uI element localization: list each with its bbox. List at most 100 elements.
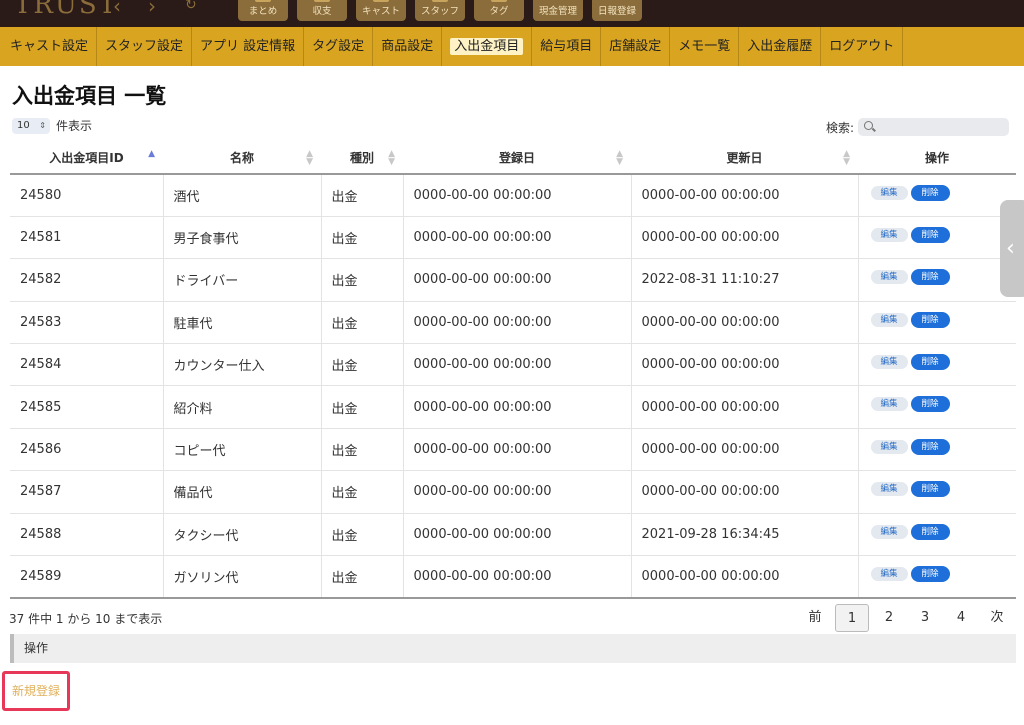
delete-button[interactable]: 削除 xyxy=(910,438,950,455)
cell-updated: 2022-08-31 11:10:27 xyxy=(631,258,859,302)
back-arrow-icon[interactable]: ‹ xyxy=(113,0,121,18)
cell-actions: 編集 削除 xyxy=(858,258,1016,302)
pagination: 前 1 2 3 4 次 xyxy=(797,603,1015,633)
column-header-id[interactable]: 入出金項目ID ▲ xyxy=(10,142,163,175)
page-length-select[interactable]: 10 ⇕ xyxy=(12,117,50,134)
delete-button[interactable]: 削除 xyxy=(910,269,950,286)
operations-bar: 操作 xyxy=(10,634,1016,663)
nav-memo-list[interactable]: メモ一覧 xyxy=(670,27,740,66)
pager-page-4[interactable]: 4 xyxy=(943,603,979,633)
cell-name: 備品代 xyxy=(163,470,322,514)
pager-next[interactable]: 次 xyxy=(979,603,1015,633)
delete-button[interactable]: 削除 xyxy=(910,481,950,498)
chevron-left-icon: ‹ xyxy=(1006,236,1015,261)
table-row: 24584 カウンター仕入 出金 0000-00-00 00:00:00 0000-00… xyxy=(10,343,1016,387)
staff-icon xyxy=(432,0,448,2)
edit-button[interactable]: 編集 xyxy=(870,355,908,370)
column-header-updated[interactable]: 更新日 ▲ ▼ xyxy=(631,142,858,175)
cell-created: 0000-00-00 00:00:00 xyxy=(403,173,632,217)
edit-button[interactable]: 編集 xyxy=(870,524,908,539)
column-header-created[interactable]: 登録日 ▲ ▼ xyxy=(403,142,631,175)
tag-icon xyxy=(491,0,507,2)
table-info: 37 件中 1 から 10 まで表示 xyxy=(9,612,163,626)
page-title: 入出金項目 一覧 xyxy=(12,84,167,108)
edit-button[interactable]: 編集 xyxy=(870,439,908,454)
cell-type: 出金 xyxy=(321,428,404,472)
cell-id: 24583 xyxy=(10,301,164,345)
top-button-tag[interactable]: タグ xyxy=(474,0,524,21)
edit-button[interactable]: 編集 xyxy=(870,186,908,200)
cell-updated: 2021-09-28 16:34:45 xyxy=(631,513,859,557)
edit-button[interactable]: 編集 xyxy=(870,227,908,242)
top-button-summary[interactable]: まとめ xyxy=(238,0,288,21)
new-registration-button[interactable]: 新規登録 xyxy=(2,671,70,711)
edit-button[interactable]: 編集 xyxy=(870,312,908,327)
top-button-daily-report[interactable]: 日報登録 xyxy=(592,0,642,21)
summary-icon xyxy=(255,0,271,2)
forward-arrow-icon[interactable]: › xyxy=(148,0,156,18)
nav-store-settings[interactable]: 店舗設定 xyxy=(601,27,671,66)
search-input[interactable] xyxy=(858,118,1010,136)
nav-cash-history[interactable]: 入出金履歴 xyxy=(739,27,822,66)
cell-type: 出金 xyxy=(321,555,404,599)
sort-asc-icon: ▲ xyxy=(148,149,155,159)
cell-updated: 0000-00-00 00:00:00 xyxy=(631,428,859,472)
sort-icon: ▲ ▼ xyxy=(388,149,395,167)
pager-prev[interactable]: 前 xyxy=(797,603,833,633)
cell-name: ドライバー xyxy=(163,258,322,302)
delete-button[interactable]: 削除 xyxy=(910,185,950,201)
reload-icon[interactable]: ↻ xyxy=(185,0,197,13)
cell-type: 出金 xyxy=(321,385,404,429)
table-row: 24585 紹介料 出金 0000-00-00 00:00:00 0000-00-00 … xyxy=(10,385,1016,429)
cell-created: 0000-00-00 00:00:00 xyxy=(403,216,632,260)
cell-name: 駐車代 xyxy=(163,301,322,345)
cell-id: 24584 xyxy=(10,343,164,387)
nav-logout[interactable]: ログアウト xyxy=(821,27,904,66)
delete-button[interactable]: 削除 xyxy=(910,566,950,583)
top-button-balance[interactable]: 収支 xyxy=(297,0,347,21)
delete-button[interactable]: 削除 xyxy=(910,311,950,328)
pager-page-3[interactable]: 3 xyxy=(907,603,943,633)
delete-button[interactable]: 削除 xyxy=(910,396,950,413)
edit-button[interactable]: 編集 xyxy=(870,567,908,582)
column-header-type[interactable]: 種別 ▲ ▼ xyxy=(321,142,403,175)
sort-icon: ▲ ▼ xyxy=(306,149,313,167)
nav-salary-items[interactable]: 給与項目 xyxy=(532,27,602,66)
nav-app-settings[interactable]: アプリ 設定情報 xyxy=(192,27,305,66)
cell-actions: 編集 削除 xyxy=(858,385,1016,429)
nav-cash-items[interactable]: 入出金項目 xyxy=(442,27,533,66)
cash-items-table: 入出金項目ID ▲ 名称 ▲ ▼ 種別 ▲ ▼ 登録日 ▲ ▼ 更新日 ▲ ▼ 操作 24580 酒… xyxy=(10,142,1016,599)
column-header-name[interactable]: 名称 ▲ ▼ xyxy=(163,142,321,175)
table-row: 24587 備品代 出金 0000-00-00 00:00:00 0000-00-00 … xyxy=(10,470,1016,514)
column-header-actions: 操作 xyxy=(858,142,1016,175)
cell-type: 出金 xyxy=(321,513,404,557)
table-row: 24580 酒代 出金 0000-00-00 00:00:00 0000-00-00 0… xyxy=(10,173,1016,217)
table-row: 24583 駐車代 出金 0000-00-00 00:00:00 0000-00-00 … xyxy=(10,301,1016,345)
top-button-cash[interactable]: 現金管理 xyxy=(533,0,583,21)
delete-button[interactable]: 削除 xyxy=(910,226,950,243)
top-button-cast[interactable]: キャスト xyxy=(356,0,406,21)
edit-button[interactable]: 編集 xyxy=(870,482,908,497)
cell-name: カウンター仕入 xyxy=(163,343,322,387)
cell-type: 出金 xyxy=(321,470,404,514)
cell-id: 24587 xyxy=(10,470,164,514)
table-row: 24586 コピー代 出金 0000-00-00 00:00:00 0000-00-00… xyxy=(10,428,1016,472)
edit-button[interactable]: 編集 xyxy=(870,397,908,412)
pager-page-2[interactable]: 2 xyxy=(871,603,907,633)
nav-cast-settings[interactable]: キャスト設定 xyxy=(2,27,98,66)
cell-created: 0000-00-00 00:00:00 xyxy=(403,385,632,429)
delete-button[interactable]: 削除 xyxy=(910,523,950,540)
side-panel-toggle[interactable]: ‹ xyxy=(1000,200,1024,297)
nav-tag-settings[interactable]: タグ設定 xyxy=(304,27,374,66)
search-label: 検索: xyxy=(826,120,855,135)
cell-actions: 編集 削除 xyxy=(858,216,1016,260)
nav-product-settings[interactable]: 商品設定 xyxy=(373,27,443,66)
cell-actions: 編集 削除 xyxy=(858,513,1016,557)
pager-page-1[interactable]: 1 xyxy=(835,604,869,632)
nav-staff-settings[interactable]: スタッフ設定 xyxy=(97,27,193,66)
edit-button[interactable]: 編集 xyxy=(870,270,908,285)
top-button-staff[interactable]: スタッフ xyxy=(415,0,465,21)
delete-button[interactable]: 削除 xyxy=(910,354,950,371)
cell-actions: 編集 削除 xyxy=(858,470,1016,514)
cell-name: 紹介料 xyxy=(163,385,322,429)
